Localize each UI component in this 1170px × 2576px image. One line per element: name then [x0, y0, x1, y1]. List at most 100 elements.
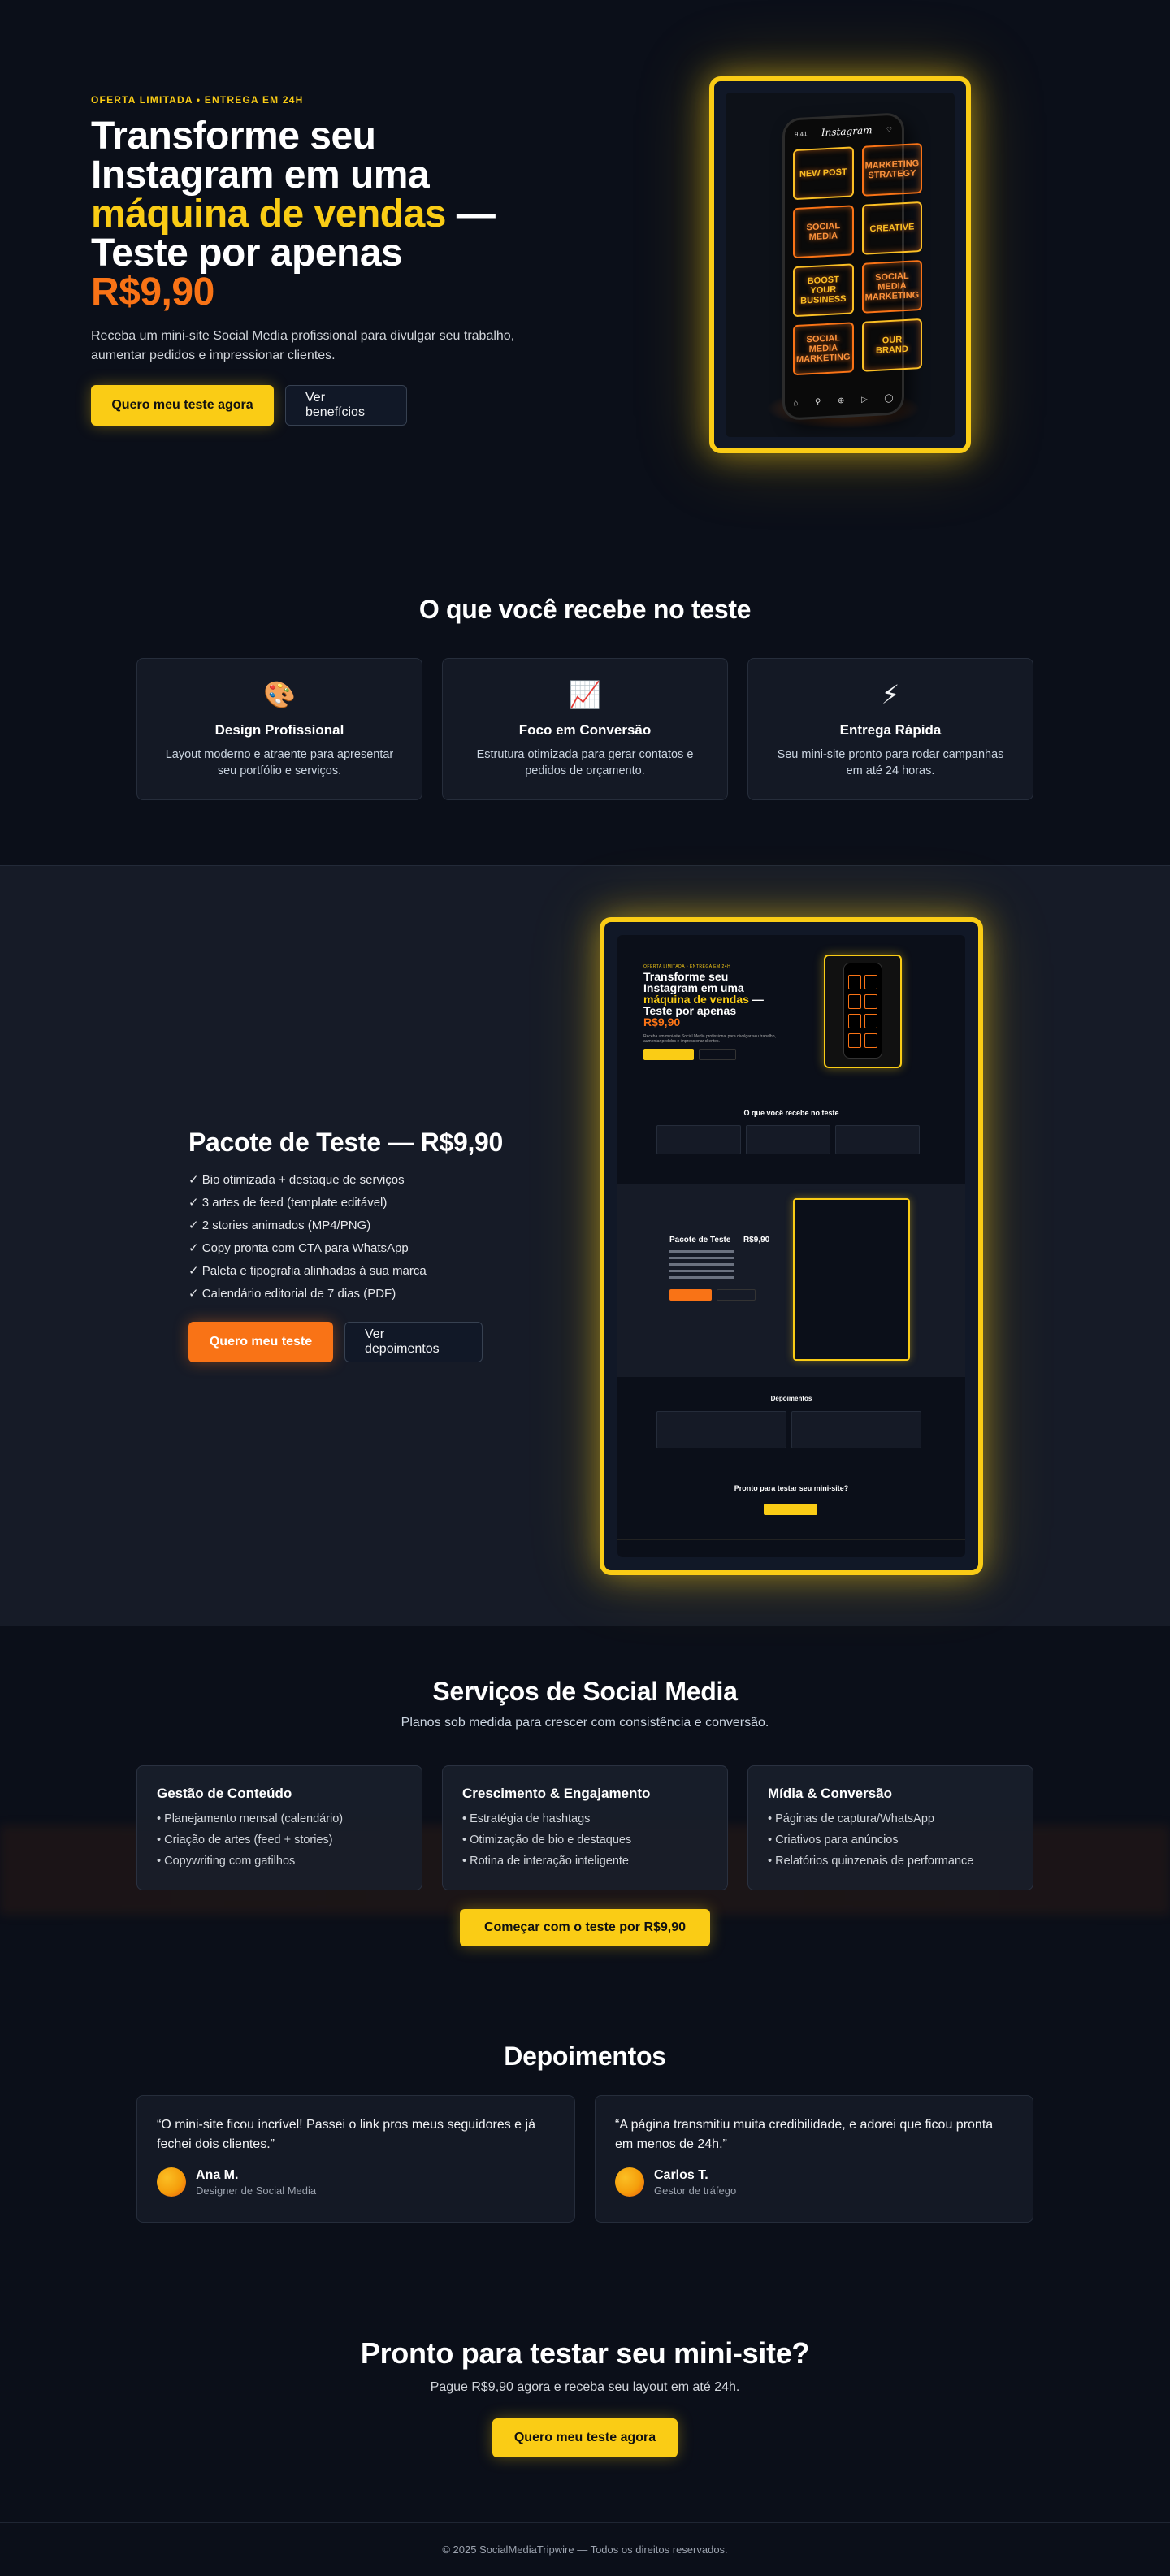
- phone-tile: SOCIAL MEDIA MARKETING: [861, 259, 923, 314]
- services-section: Serviços de Social Media Planos sob medi…: [0, 1626, 1170, 2002]
- preview-card: [746, 1125, 830, 1154]
- feature-text: Seu mini-site pronto para rodar campanha…: [777, 748, 1004, 777]
- cta-subtitle: Pague R$9,90 agora e receba seu layout e…: [430, 2380, 740, 2394]
- phone-tile: SOCIAL MEDIA: [793, 205, 854, 259]
- testimonial-quote: “O mini-site ficou incrível! Passei o li…: [157, 2118, 535, 2151]
- feature-card: 🎨 Design Profissional Layout moderno e a…: [136, 658, 422, 800]
- list-item: • Criação de artes (feed + stories): [157, 1834, 333, 1846]
- preview-nested-preview: [793, 1198, 910, 1361]
- hero-buttons: Quero meu teste agora Ver benefícios: [91, 385, 578, 426]
- hero-title-line4: Teste por apenas: [91, 232, 403, 275]
- preview-price: R$9,90: [644, 1015, 681, 1028]
- list-item: ✓ Copy pronta com CTA para WhatsApp: [188, 1241, 409, 1255]
- preview-line: [670, 1276, 734, 1279]
- home-icon: ⌂: [793, 398, 799, 409]
- hero-primary-button[interactable]: Quero meu teste agora: [91, 385, 274, 426]
- hero-title-line1: Transforme seu: [91, 115, 376, 158]
- feature-title: Entrega Rápida: [839, 722, 942, 738]
- preview-line: [670, 1257, 734, 1259]
- list-item: • Planejamento mensal (calendário): [157, 1812, 344, 1825]
- feature-title: Design Profissional: [214, 722, 344, 738]
- list-item: ✓ 2 stories animados (MP4/PNG): [188, 1219, 371, 1232]
- list-item: ✓ Bio otimizada + destaque de serviços: [188, 1173, 405, 1187]
- hero-content: OFERTA LIMITADA • ENTREGA EM 24H Transfo…: [91, 94, 578, 426]
- phone-time: 9:41: [795, 129, 808, 138]
- preview-receive-title: O que você recebe no teste: [743, 1109, 839, 1117]
- services-cta-button[interactable]: Começar com o teste por R$9,90: [460, 1909, 710, 1946]
- phone-mockup: 9:41 Instagram ♡ NEW POST MARKETING STRA…: [782, 112, 923, 421]
- service-list: • Páginas de captura/WhatsApp • Criativo…: [768, 1808, 1013, 1872]
- hero-eyebrow: OFERTA LIMITADA • ENTREGA EM 24H: [91, 94, 304, 106]
- receive-section: O que você recebe no teste 🎨 Design Prof…: [0, 520, 1170, 865]
- preview-card: [656, 1125, 741, 1154]
- add-icon: ⊕: [838, 396, 845, 406]
- avatar: [157, 2167, 186, 2197]
- list-item: • Páginas de captura/WhatsApp: [768, 1812, 934, 1825]
- feature-text: Estrutura otimizada para gerar contatos …: [476, 748, 694, 777]
- phone-tile: OUR BRAND: [861, 318, 923, 372]
- preview-cards: [656, 1125, 920, 1154]
- testimonial-card: “O mini-site ficou incrível! Passei o li…: [136, 2095, 575, 2223]
- feature-card: ⚡ Entrega Rápida Seu mini-site pronto pa…: [748, 658, 1034, 800]
- package-secondary-button[interactable]: Ver depoimentos: [344, 1322, 483, 1362]
- preview-title-part: Transforme seu Instagram em uma: [644, 970, 744, 994]
- site-preview-frame: OFERTA LIMITADA • ENTREGA EM 24H Transfo…: [600, 917, 983, 1575]
- author-role: Designer de Social Media: [196, 2184, 317, 2197]
- hero-title: Transforme seu Instagram em uma máquina …: [91, 117, 578, 312]
- receive-title: O que você recebe no teste: [418, 595, 752, 624]
- testimonials-grid: “O mini-site ficou incrível! Passei o li…: [136, 2095, 1034, 2223]
- package-section: Pacote de Teste — R$9,90 ✓ Bio otimizada…: [0, 865, 1170, 1626]
- hero-description: Receba um mini-site Social Media profiss…: [91, 329, 515, 362]
- preview-testimonial: [791, 1411, 921, 1448]
- preview-testimonial: [656, 1411, 786, 1448]
- preview-button: [644, 1049, 694, 1060]
- package-primary-button[interactable]: Quero meu teste: [188, 1322, 333, 1362]
- list-item: ✓ 3 artes de feed (template editável): [188, 1196, 388, 1210]
- preview-package-button-secondary: [717, 1289, 756, 1301]
- preview-phone-frame: [824, 955, 902, 1068]
- phone-tile: MARKETING STRATEGY: [861, 142, 923, 197]
- preview-package-button: [670, 1289, 712, 1301]
- list-item: • Relatórios quinzenais de performance: [768, 1855, 974, 1868]
- feature-text: Layout moderno e atraente para apresenta…: [165, 748, 394, 777]
- preview-tile: [848, 1033, 861, 1048]
- preview-testimonials-title: Depoimentos: [770, 1395, 812, 1402]
- preview-desc: Receba um mini-site Social Media profiss…: [644, 1034, 776, 1044]
- preview-cta-title: Pronto para testar seu mini-site?: [734, 1484, 849, 1492]
- preview-hero-title: Transforme seu Instagram em uma máquina …: [644, 971, 774, 1028]
- hero-title-line2: Instagram em uma: [91, 154, 430, 197]
- preview-line: [670, 1250, 734, 1253]
- cta-title: Pronto para testar seu mini-site?: [360, 2336, 810, 2370]
- phone-tile: BOOST YOUR BUSINESS: [793, 263, 854, 318]
- testimonial-quote: “A página transmitiu muita credibilidade…: [615, 2118, 994, 2151]
- search-icon: ⚲: [815, 397, 821, 407]
- phone-nav: ⌂ ⚲ ⊕ ▷ ◯: [785, 393, 902, 409]
- heart-icon: ♡: [886, 125, 892, 133]
- preview-footer-divider: [618, 1539, 965, 1540]
- cta-button[interactable]: Quero meu teste agora: [492, 2418, 678, 2457]
- services-subtitle: Planos sob medida para crescer com consi…: [401, 1716, 769, 1730]
- service-card: Gestão de Conteúdo • Planejamento mensal…: [136, 1765, 422, 1890]
- preview-line: [670, 1263, 734, 1266]
- testimonial-author: Carlos T. Gestor de tráfego: [615, 2167, 1013, 2197]
- lightning-icon: ⚡: [881, 680, 900, 709]
- preview-tile: [864, 994, 878, 1009]
- hero-title-highlight: máquina de vendas: [91, 193, 446, 236]
- phone-brand: Instagram: [821, 124, 873, 139]
- preview-package-title: Pacote de Teste — R$9,90: [670, 1236, 770, 1245]
- phone-tile: SOCIAL MEDIA MARKETING: [793, 322, 854, 376]
- testimonials-section: Depoimentos “O mini-site ficou incrível!…: [0, 2002, 1170, 2275]
- testimonials-title: Depoimentos: [504, 2041, 666, 2071]
- list-item: • Rotina de interação inteligente: [462, 1855, 629, 1868]
- preview-tile: [848, 994, 861, 1009]
- preview-package: Pacote de Teste — R$9,90: [618, 1184, 965, 1377]
- footer: © 2025 SocialMediaTripwire — Todos os di…: [0, 2522, 1170, 2575]
- feature-title: Foco em Conversão: [518, 722, 652, 738]
- hero-price: R$9,90: [91, 271, 214, 314]
- hero-secondary-button[interactable]: Ver benefícios: [285, 385, 407, 426]
- service-list: • Estratégia de hashtags • Otimização de…: [462, 1808, 708, 1872]
- preview-button-secondary: [699, 1049, 736, 1060]
- cta-section: Pronto para testar seu mini-site? Pague …: [0, 2275, 1170, 2522]
- testimonial-card: “A página transmitiu muita credibilidade…: [595, 2095, 1034, 2223]
- hero-image-frame: 9:41 Instagram ♡ NEW POST MARKETING STRA…: [709, 76, 971, 453]
